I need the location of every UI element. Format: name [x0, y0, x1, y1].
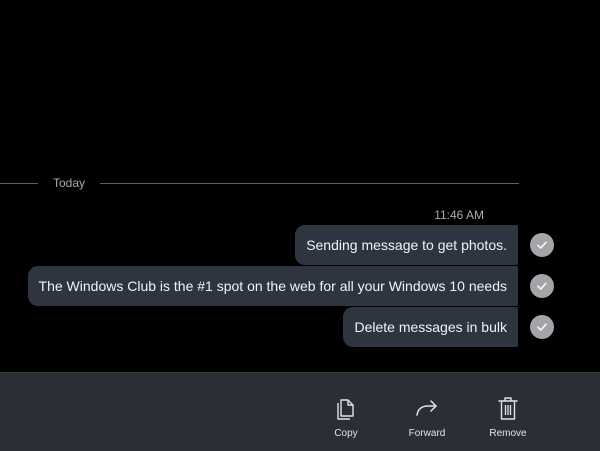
forward-button[interactable]: Forward — [395, 395, 459, 443]
copy-icon — [333, 395, 359, 421]
message-row[interactable]: Delete messages in bulk — [343, 307, 554, 347]
forward-label: Forward — [408, 428, 446, 439]
read-check-icon — [530, 274, 554, 298]
read-check-icon — [530, 233, 554, 257]
remove-label: Remove — [489, 428, 527, 439]
divider-line-left — [0, 183, 38, 184]
message-bubble[interactable]: The Windows Club is the #1 spot on the w… — [27, 266, 518, 306]
copy-button[interactable]: Copy — [314, 395, 378, 443]
forward-arrow-icon — [414, 395, 440, 421]
date-divider-label: Today — [53, 176, 86, 190]
remove-button[interactable]: Remove — [476, 395, 540, 443]
message-timestamp: 11:46 AM — [434, 208, 484, 222]
date-divider: Today — [0, 175, 520, 193]
read-check-icon — [530, 315, 554, 339]
message-bubble[interactable]: Sending message to get photos. — [295, 225, 518, 265]
divider-line-right — [100, 183, 519, 184]
selection-toolbar: Copy Forward Remove — [0, 372, 600, 451]
messages-window: Today 11:46 AM Sending message to get ph… — [0, 0, 600, 451]
trash-icon — [495, 395, 521, 421]
message-row[interactable]: Sending message to get photos. — [295, 225, 554, 265]
message-bubble[interactable]: Delete messages in bulk — [343, 307, 518, 347]
message-row[interactable]: The Windows Club is the #1 spot on the w… — [27, 266, 554, 306]
conversation-area: Today 11:46 AM Sending message to get ph… — [0, 0, 600, 372]
copy-label: Copy — [334, 428, 358, 439]
